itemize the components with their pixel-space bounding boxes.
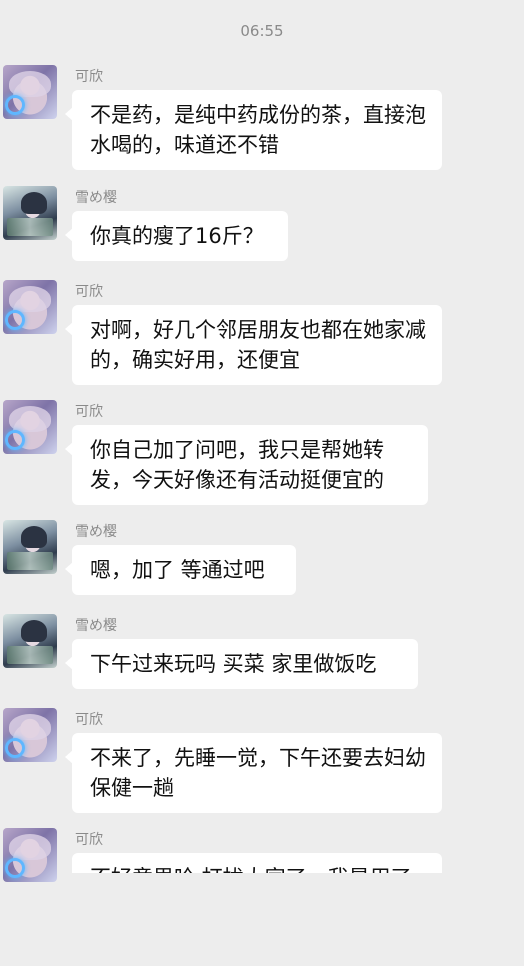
message-bubble[interactable]: 你真的瘦了16斤？ — [65, 211, 288, 261]
message-bubble[interactable]: 你自己加了问吧，我只是帮她转发，今天好像还有活动挺便宜的 — [65, 425, 428, 505]
sender-name: 雪め樱 — [75, 618, 117, 634]
avatar[interactable] — [3, 280, 57, 334]
avatar[interactable] — [3, 400, 57, 454]
message-bubble[interactable]: 不是药，是纯中药成份的茶，直接泡水喝的，味道还不错 — [65, 90, 442, 170]
avatar[interactable] — [3, 65, 57, 119]
avatar[interactable] — [3, 828, 57, 882]
sender-name: 可欣 — [75, 284, 103, 300]
avatar[interactable] — [3, 614, 57, 668]
sender-name: 雪め樱 — [75, 190, 117, 206]
message-bubble[interactable]: 下午过来玩吗 买菜 家里做饭吃 — [65, 639, 418, 689]
avatar[interactable] — [3, 186, 57, 240]
sender-name: 雪め樱 — [75, 524, 117, 540]
avatar[interactable] — [3, 520, 57, 574]
sender-name: 可欣 — [75, 832, 103, 848]
sender-name: 可欣 — [75, 69, 103, 85]
sender-name: 可欣 — [75, 404, 103, 420]
message-bubble[interactable]: 嗯，加了 等通过吧 — [65, 545, 296, 595]
message-bubble[interactable]: 对啊，好几个邻居朋友也都在她家减的，确实好用，还便宜 — [65, 305, 442, 385]
message-bubble[interactable]: 不好意思哈 打扰大家了，我是用了瘦下来 没反弹 她说帮她推荐一下我就转发了 下次… — [72, 853, 442, 873]
sender-name: 可欣 — [75, 712, 103, 728]
avatar[interactable] — [3, 708, 57, 762]
message-bubble[interactable]: 不来了，先睡一觉，下午还要去妇幼保健一趟 — [65, 733, 442, 813]
chat-timestamp: 06:55 — [240, 22, 284, 40]
